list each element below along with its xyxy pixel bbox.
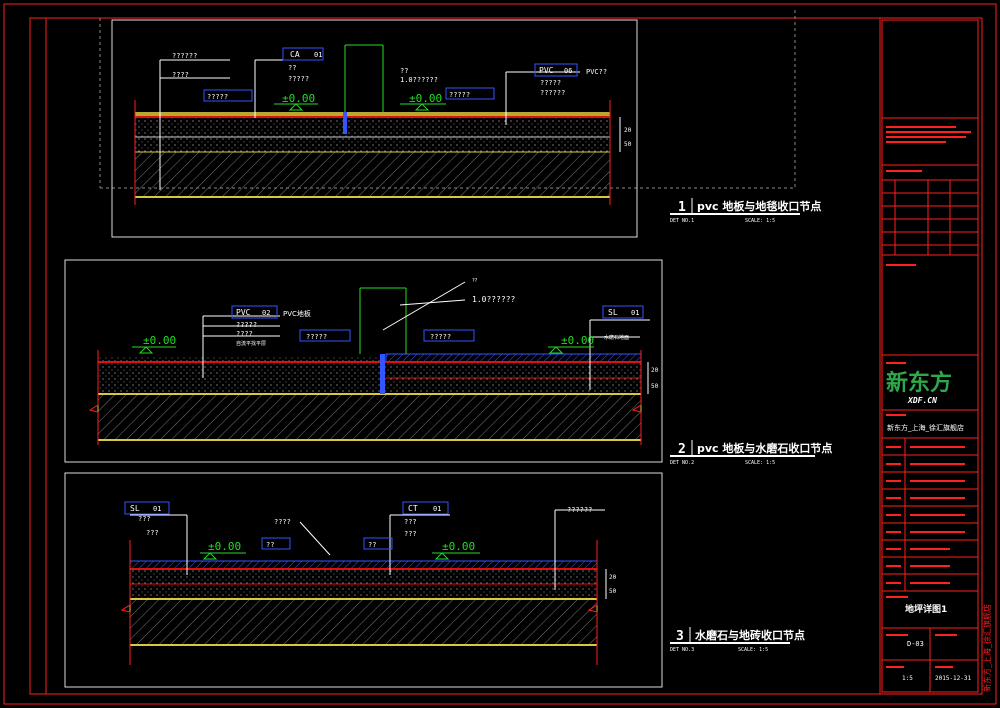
detail-1: 20 50 ?????? ???? ?? ????? ?? 1.0?????? … (111, 19, 821, 238)
cad-drawing-canvas: 20 50 ?????? ???? ?? ????? ?? 1.0?????? … (3, 3, 997, 705)
svg-text:01: 01 (153, 505, 161, 513)
note: ???? (274, 518, 291, 526)
svg-text:PVC地板: PVC地板 (283, 309, 311, 318)
note: 水磨石地面 (604, 334, 629, 341)
slab-layer (97, 393, 642, 441)
elevation-mark: ±0.00 (442, 540, 475, 553)
brand-logo-sub: XDF.CN (907, 396, 937, 405)
note: ??? (404, 518, 417, 526)
revision-table (882, 179, 978, 255)
note: ?? (288, 64, 296, 72)
note: ?? (400, 67, 408, 75)
note: 1.0?????? (472, 295, 516, 304)
detail-number: 1 (678, 200, 686, 215)
scale-label: SCALE: 1:5 (745, 218, 775, 224)
slab-layer (129, 598, 598, 646)
svg-text:01: 01 (314, 51, 322, 59)
note: ?? (472, 278, 478, 284)
scale-label: SCALE: 1:5 (738, 647, 768, 653)
note: ??? (138, 515, 151, 523)
note: ??? (404, 530, 417, 538)
blue-label: ????? (449, 91, 470, 99)
elevation-mark: ±0.00 (143, 334, 176, 347)
svg-text:DET NO.3: DET NO.3 (670, 647, 694, 653)
blue-label: ????? (430, 333, 451, 341)
blue-label: ????? (306, 333, 327, 341)
detail-title: 水磨石与地砖收口节点 (695, 628, 805, 642)
note: ???? (172, 71, 189, 79)
note: ??? (146, 529, 159, 537)
svg-text:SL: SL (130, 504, 140, 513)
drawing-scale: 1:5 (902, 675, 913, 682)
dim-20: 20 (609, 574, 617, 581)
detail-number: 3 (676, 629, 684, 644)
dim-50: 50 (624, 141, 632, 148)
blue-label: ?? (368, 541, 376, 549)
note: ?????? (567, 506, 592, 514)
svg-text:PVC: PVC (539, 66, 554, 75)
elevation-mark: ±0.00 (282, 92, 315, 105)
screed-layer (134, 116, 611, 138)
note: ????? (540, 79, 561, 87)
note: PVC?? (586, 68, 607, 76)
brand-logo: 新东方 (886, 370, 952, 396)
svg-text:DET NO.1: DET NO.1 (670, 218, 694, 224)
detail-title: pvc 地板与地毯收口节点 (697, 199, 821, 213)
elevation-mark: ±0.00 (208, 540, 241, 553)
svg-text:SL: SL (608, 308, 618, 317)
detail-2: 20 50 ????? ???? 自流平找平层 ?? 1.0?????? 水磨石… (64, 259, 832, 466)
blue-label: ????? (207, 93, 228, 101)
blue-label: ?? (266, 541, 274, 549)
svg-text:CA: CA (290, 50, 300, 59)
note: ?????? (172, 52, 197, 60)
note: ?????? (540, 89, 565, 97)
project-name: 新东方_上海_徐汇旗舰店 (887, 423, 964, 432)
svg-text:CT: CT (408, 504, 418, 513)
scale-label: SCALE: 1:5 (745, 460, 775, 466)
svg-text:DET NO.2: DET NO.2 (670, 460, 694, 466)
svg-text:PVC: PVC (236, 308, 251, 317)
dim-20: 20 (624, 127, 632, 134)
drawing-number: D-03 (907, 640, 924, 648)
dim-50: 50 (651, 383, 659, 390)
note: ???? (236, 330, 253, 338)
note: 1.0?????? (400, 76, 438, 84)
note: ????? (236, 321, 257, 329)
title-block: 新东方 XDF.CN 新东方_上海_徐汇旗舰店 地坪详图1 D-03 1:5 2… (881, 19, 992, 693)
elevation-mark: ±0.00 (561, 334, 594, 347)
note: 自流平找平层 (236, 340, 266, 347)
metal-strip (380, 354, 385, 394)
detail-title: pvc 地板与水磨石收口节点 (697, 441, 832, 455)
terrazzo-layer (385, 353, 642, 363)
svg-text:01: 01 (631, 309, 639, 317)
drawing-date: 2015-12-31 (935, 675, 972, 682)
elevation-mark: ±0.00 (409, 92, 442, 105)
detail-3: 20 50 ??? ??? ???? ??? ??? ?????? SL 01 … (64, 472, 805, 688)
note: ????? (288, 75, 309, 83)
svg-text:02: 02 (262, 309, 270, 317)
vertical-project-label: 新东方_上海_徐汇旗舰店 (982, 604, 992, 692)
svg-text:06: 06 (564, 67, 572, 75)
metal-strip (343, 112, 347, 134)
detail-number: 2 (678, 442, 686, 457)
svg-text:01: 01 (433, 505, 441, 513)
dim-50: 50 (609, 588, 617, 595)
terrazzo-layer (129, 560, 598, 570)
slab-layer (134, 151, 611, 198)
dim-20: 20 (651, 367, 659, 374)
drawing-name: 地坪详图1 (905, 603, 947, 615)
